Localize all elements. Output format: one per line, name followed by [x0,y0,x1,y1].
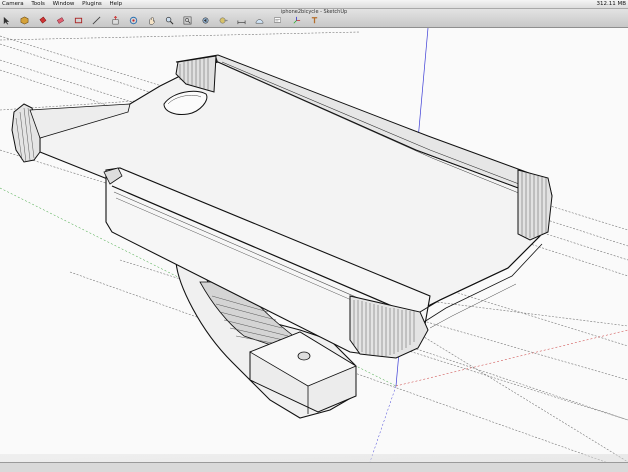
memory-readout: 312.11 MB [596,1,626,7]
line-icon[interactable] [92,16,101,25]
modeling-viewport[interactable] [0,28,628,462]
tape-measure-icon[interactable] [219,16,228,25]
3d-text-icon[interactable] [310,16,319,25]
zoom-extents-icon[interactable] [183,16,192,25]
axes-icon[interactable] [292,16,301,25]
window-title: iphone2bicycle - SketchUp [280,9,348,15]
menu-status-area: 312.11 MB [592,0,626,8]
menu-plugins[interactable]: Plugins [82,0,102,8]
dimension-icon[interactable] [237,16,246,25]
component-icon[interactable] [20,16,29,25]
menu-window[interactable]: Window [53,0,75,8]
toolbar: iphone2bicycle - SketchUp [0,9,628,28]
model-canvas[interactable] [0,28,628,462]
select-icon[interactable] [2,16,11,25]
menu-bar: Camera Tools Window Plugins Help 312.11 … [0,0,628,9]
zoom-icon[interactable] [165,16,174,25]
orbit-icon[interactable] [129,16,138,25]
menu-help[interactable]: Help [110,0,123,8]
eraser-icon[interactable] [56,16,65,25]
pan-icon[interactable] [147,16,156,25]
tool-buttons [2,16,323,26]
menu-list: Camera Tools Window Plugins Help [2,0,128,8]
status-bar [0,462,628,472]
rectangle-icon[interactable] [74,16,83,25]
text-icon[interactable] [273,16,282,25]
menu-tools[interactable]: Tools [31,0,45,8]
ground-plane [0,454,628,462]
paint-bucket-icon[interactable] [38,16,47,25]
protractor-icon[interactable] [255,16,264,25]
menu-camera[interactable]: Camera [2,0,24,8]
phone-case [11,54,553,359]
previous-view-icon[interactable] [201,16,210,25]
push-pull-icon[interactable] [111,16,120,25]
